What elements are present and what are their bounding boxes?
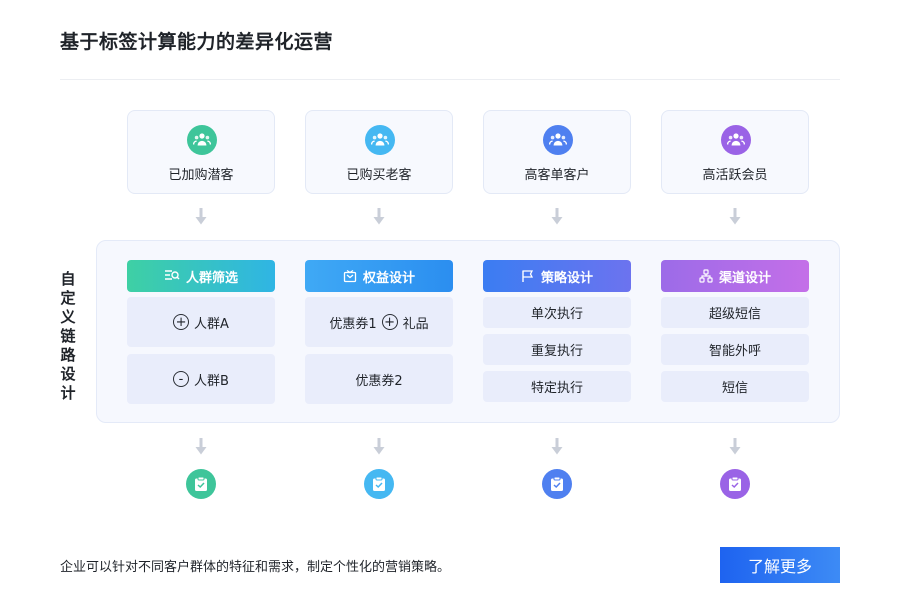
arrow-down-icon xyxy=(195,208,207,225)
arrow-down-icon xyxy=(729,438,741,455)
item-label: 单次执行 xyxy=(530,307,583,322)
plus-circle-icon: + xyxy=(381,314,398,330)
arrow-down-icon xyxy=(373,438,385,455)
segment-label: 已购买老客 xyxy=(346,168,412,183)
clipboard-check-icon xyxy=(364,469,394,499)
item-label: 优惠券2 xyxy=(355,373,403,389)
minus-circle-icon: - xyxy=(173,371,190,387)
arrow-down-icon xyxy=(373,208,385,225)
filter-icon xyxy=(164,270,180,280)
channel-item-sms: 短信 xyxy=(661,371,809,402)
item-label: 短信 xyxy=(721,381,748,396)
item-label: 优惠券1 xyxy=(329,316,377,332)
header-audience-filter: 人群筛选 xyxy=(127,260,275,292)
clipboard-check-icon xyxy=(720,469,750,499)
footer-description: 企业可以针对不同客户群体的特征和需求，制定个性化的营销策略。 xyxy=(60,560,451,575)
audience-item-b: - 人群B xyxy=(127,354,275,404)
header-label: 渠道设计 xyxy=(718,270,771,286)
custom-flow-label: 自定义链路设计 xyxy=(60,270,76,402)
item-label: 重复执行 xyxy=(530,344,583,359)
item-label: 人群A xyxy=(194,316,229,332)
benefit-item-coupon2: 优惠券2 xyxy=(305,354,453,404)
header-strategy-design: 策略设计 xyxy=(483,260,631,292)
clipboard-check-icon xyxy=(186,469,216,499)
channel-item-super-sms: 超级短信 xyxy=(661,297,809,328)
flag-icon xyxy=(522,270,534,282)
item-label: 人群B xyxy=(194,373,229,389)
segment-card-active-members: 高活跃会员 xyxy=(661,110,809,194)
group-icon xyxy=(721,125,751,155)
header-label: 人群筛选 xyxy=(185,270,238,286)
benefit-item-coupon-gift: 优惠券1 + 礼品 xyxy=(305,297,453,347)
title-divider xyxy=(60,79,840,80)
item-label: 智能外呼 xyxy=(708,344,761,359)
arrow-down-icon xyxy=(551,438,563,455)
segment-label: 高客单客户 xyxy=(524,168,590,183)
group-icon xyxy=(187,125,217,155)
arrow-down-icon xyxy=(195,438,207,455)
arrow-down-icon xyxy=(729,208,741,225)
item-label-secondary: 礼品 xyxy=(402,316,429,332)
strategy-item-repeat: 重复执行 xyxy=(483,334,631,365)
plus-circle-icon: + xyxy=(173,314,190,330)
header-benefit-design: 权益设计 xyxy=(305,260,453,292)
channel-icon xyxy=(699,269,713,283)
item-label: 特定执行 xyxy=(530,381,583,396)
segment-label: 已加购潜客 xyxy=(168,168,234,183)
header-channel-design: 渠道设计 xyxy=(661,260,809,292)
segment-label: 高活跃会员 xyxy=(702,168,768,183)
learn-more-button[interactable]: 了解更多 xyxy=(720,547,840,583)
audience-item-a: + 人群A xyxy=(127,297,275,347)
strategy-item-once: 单次执行 xyxy=(483,297,631,328)
group-icon xyxy=(365,125,395,155)
channel-item-smart-call: 智能外呼 xyxy=(661,334,809,365)
page-title: 基于标签计算能力的差异化运营 xyxy=(60,31,334,53)
arrow-down-icon xyxy=(551,208,563,225)
strategy-item-specific: 特定执行 xyxy=(483,371,631,402)
segment-card-existing-buyers: 已购买老客 xyxy=(305,110,453,194)
gift-icon xyxy=(343,269,357,283)
segment-card-cart-prospects: 已加购潜客 xyxy=(127,110,275,194)
header-label: 权益设计 xyxy=(362,270,415,286)
segment-card-high-value: 高客单客户 xyxy=(483,110,631,194)
clipboard-check-icon xyxy=(542,469,572,499)
item-label: 超级短信 xyxy=(708,307,761,322)
header-label: 策略设计 xyxy=(540,270,593,286)
group-icon xyxy=(543,125,573,155)
